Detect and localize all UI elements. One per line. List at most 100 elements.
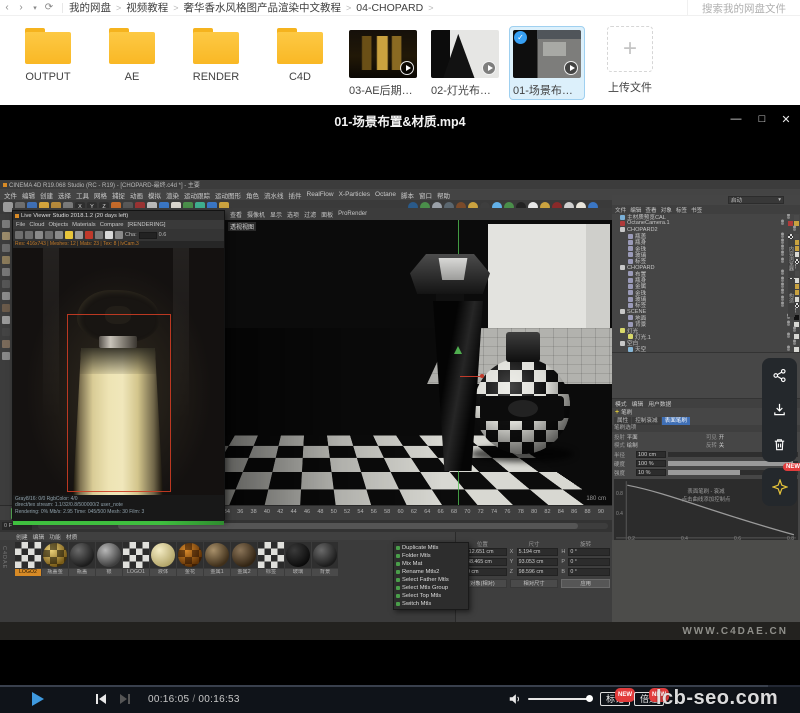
apply-button[interactable]: 应用 <box>561 579 610 588</box>
visibility-dots[interactable] <box>787 216 790 219</box>
material-tag[interactable] <box>794 221 799 226</box>
video-item[interactable]: ✓ 01-场景布置&材... <box>506 26 588 100</box>
material-tag[interactable] <box>794 334 799 339</box>
coordinate-row[interactable]: X5.194 cm <box>510 547 559 557</box>
live-viewer-tool-icon[interactable] <box>15 231 23 239</box>
live-viewer-menu-item[interactable]: [RENDERING] <box>128 222 166 228</box>
material-thumbnail[interactable] <box>312 542 338 568</box>
breadcrumb-item[interactable]: 04-CHOPARD <box>356 2 438 14</box>
folder-item[interactable]: OUTPUT <box>6 26 90 83</box>
menu-item[interactable]: 角色 <box>246 190 259 200</box>
visibility-dots[interactable] <box>781 272 784 275</box>
material-thumbnail[interactable] <box>15 542 41 568</box>
visibility-dots[interactable] <box>787 323 790 326</box>
visibility-dots[interactable] <box>781 253 784 256</box>
visibility-dots[interactable] <box>781 247 784 250</box>
live-viewer-menu-item[interactable]: Cloud <box>29 222 44 228</box>
visibility-dots[interactable] <box>781 298 784 301</box>
context-menu-item[interactable]: Mix Mat <box>394 560 468 568</box>
material-item[interactable]: 金属2 <box>231 542 257 576</box>
visibility-dots[interactable] <box>793 329 796 332</box>
y-axis-arrow[interactable] <box>454 346 462 354</box>
material-item[interactable]: 银 <box>96 542 122 576</box>
menu-item[interactable]: 捕捉 <box>112 190 125 200</box>
palette-icon[interactable] <box>2 316 10 324</box>
close-button[interactable]: ✕ <box>778 113 794 126</box>
mark-button[interactable]: 标记NEW <box>600 692 630 706</box>
palette-icon[interactable] <box>2 268 10 276</box>
dropdown-icon[interactable]: ▾ <box>28 4 42 12</box>
menu-item[interactable]: 窗口 <box>419 190 432 200</box>
object-name[interactable]: OctaneCamera.1 <box>627 220 670 226</box>
live-viewer-tool-icon[interactable] <box>85 231 93 239</box>
material-tag[interactable] <box>788 221 793 226</box>
material-thumbnail[interactable] <box>69 542 95 568</box>
live-viewer-menu-item[interactable]: Compare <box>100 222 124 228</box>
visibility-dots[interactable] <box>781 304 784 307</box>
palette-icon[interactable] <box>2 232 10 240</box>
x-axis-line[interactable] <box>460 376 482 377</box>
live-viewer-titlebar[interactable]: Live Viewer Studio 2018.1.2 (20 days lef… <box>13 211 224 220</box>
menu-item[interactable]: 运动图形 <box>215 190 241 200</box>
visibility-dots[interactable] <box>793 228 796 231</box>
coordinate-row[interactable]: H0 ° <box>561 547 610 557</box>
material-thumbnail[interactable] <box>231 542 257 568</box>
live-viewer-tool-icon[interactable] <box>35 231 43 239</box>
live-viewer-tool-icon[interactable] <box>45 231 53 239</box>
viewport-menu-item[interactable]: 选项 <box>287 210 299 219</box>
material-tag[interactable] <box>794 215 799 220</box>
live-viewer-tool-icon[interactable] <box>55 231 63 239</box>
menu-item[interactable]: 运动跟踪 <box>184 190 210 200</box>
visibility-dots[interactable] <box>781 241 784 244</box>
palette-icon[interactable] <box>2 280 10 288</box>
visibility-dots[interactable] <box>781 260 784 263</box>
folder-item[interactable]: RENDER <box>174 26 258 83</box>
object-manager-menu-item[interactable]: 查看 <box>645 206 656 214</box>
material-menu-item[interactable]: 创建 <box>16 532 28 541</box>
menu-item[interactable]: RealFlow <box>307 191 334 198</box>
attribute-menu-item[interactable]: 模式 <box>615 399 627 408</box>
channel-dropdown[interactable] <box>139 232 157 239</box>
material-tag[interactable] <box>794 322 799 327</box>
live-viewer-tool-icon[interactable] <box>75 231 83 239</box>
attribute-menu-item[interactable]: 编辑 <box>632 399 644 408</box>
refresh-icon[interactable]: ⟳ <box>42 2 56 13</box>
material-item[interactable]: 液体 <box>150 542 176 576</box>
material-tag[interactable] <box>788 234 793 239</box>
object-manager-menu-item[interactable]: 书签 <box>691 206 702 214</box>
material-item[interactable]: 瓶盖金 <box>42 542 68 576</box>
viewport-menu-item[interactable]: ProRender <box>338 211 367 217</box>
menu-item[interactable]: Octane <box>375 191 396 198</box>
minimize-button[interactable]: — <box>728 113 744 125</box>
context-menu-item[interactable]: Switch Mtls <box>394 600 468 608</box>
palette-icon[interactable] <box>2 244 10 252</box>
visibility-dots[interactable] <box>793 342 796 345</box>
live-viewer-menu-item[interactable]: Objects <box>49 222 69 228</box>
visibility-dots[interactable] <box>787 348 790 351</box>
material-item[interactable]: 背景 <box>312 542 338 576</box>
play-button[interactable] <box>32 692 44 706</box>
live-viewer-tool-icon[interactable] <box>105 231 113 239</box>
live-viewer-tool-icon[interactable] <box>65 231 73 239</box>
back-icon[interactable]: ‹ <box>0 2 14 13</box>
live-viewer-tool-icon[interactable] <box>115 231 123 239</box>
viewport-menu-item[interactable]: 显示 <box>270 210 282 219</box>
breadcrumb-item[interactable]: 奢华香水风格图产品渲染中文教程 <box>184 0 357 15</box>
visibility-dots[interactable] <box>781 279 784 282</box>
object-manager-menu-item[interactable]: 标签 <box>676 206 687 214</box>
breadcrumb-item[interactable]: 视频教程 <box>126 0 183 15</box>
visibility-dots[interactable] <box>781 285 784 288</box>
live-viewer-tool-icon[interactable] <box>25 231 33 239</box>
folder-item[interactable]: C4D <box>258 26 342 83</box>
menu-item[interactable]: 选择 <box>58 190 71 200</box>
palette-icon[interactable] <box>2 352 10 360</box>
dock-tab[interactable]: 内容浏览器 <box>788 239 795 277</box>
material-thumbnail[interactable] <box>123 542 149 568</box>
material-thumbnail[interactable] <box>42 542 68 568</box>
falloff-tab[interactable]: 属性 <box>614 417 631 425</box>
visibility-dots[interactable] <box>781 222 784 225</box>
live-viewer-tool-icon[interactable] <box>95 231 103 239</box>
material-item[interactable]: 玻璃 <box>285 542 311 576</box>
menu-item[interactable]: 网格 <box>94 190 107 200</box>
context-menu-item[interactable]: Rename Mtls2 <box>394 568 468 576</box>
